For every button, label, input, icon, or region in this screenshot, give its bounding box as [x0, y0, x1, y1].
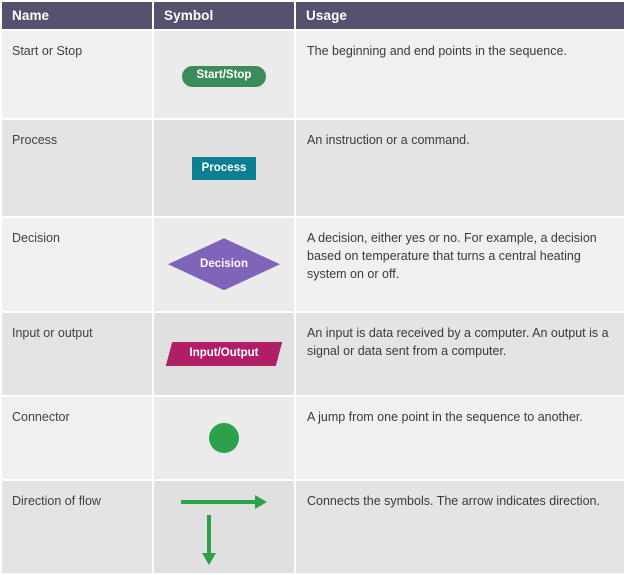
row-name: Input or output — [2, 312, 152, 395]
table-body: Start or Stop Start/Stop The beginning a… — [2, 31, 624, 573]
process-rectangle-shape: Process — [191, 157, 257, 181]
row-symbol — [154, 481, 294, 573]
table-row: Input or output Input/Output An input is… — [2, 312, 624, 395]
direction-of-flow-arrows-shape — [181, 495, 267, 566]
row-usage: A decision, either yes or no. For exampl… — [296, 218, 624, 311]
table-header: Name Symbol Usage — [2, 2, 624, 29]
input-output-parallelogram-shape: Input/Output — [165, 341, 283, 366]
table-row: Process Process An instruction or a comm… — [2, 120, 624, 217]
shape-label: Start/Stop — [196, 69, 252, 82]
horizontal-arrow-head-icon — [255, 495, 267, 510]
column-header-name: Name — [2, 2, 152, 29]
shape-label: Process — [201, 162, 247, 174]
header-row: Name Symbol Usage — [2, 2, 624, 29]
row-usage: An instruction or a command. — [296, 120, 624, 217]
shape-label: Input/Output — [189, 347, 259, 359]
table-row: Direction of flow Connects the symbols. … — [2, 481, 624, 573]
row-name: Direction of flow — [2, 481, 152, 573]
row-name: Start or Stop — [2, 31, 152, 119]
table-row: Decision Decision A decision, either yes… — [2, 218, 624, 311]
shape-label: Decision — [200, 257, 248, 270]
row-name: Decision — [2, 218, 152, 311]
row-usage: The beginning and end points in the sequ… — [296, 31, 624, 119]
decision-diamond-shape: Decision — [168, 238, 280, 291]
row-name: Connector — [2, 396, 152, 480]
start-stop-pill-shape: Start/Stop — [181, 65, 267, 87]
row-usage: An input is data received by a computer.… — [296, 312, 624, 395]
column-header-symbol: Symbol — [154, 2, 294, 29]
connector-circle-shape — [209, 423, 239, 454]
flowchart-symbols-table: Name Symbol Usage Start or Stop Start/St… — [0, 0, 624, 575]
table-row: Connector A jump from one point in the s… — [2, 396, 624, 480]
row-symbol: Start/Stop — [154, 31, 294, 119]
row-symbol: Process — [154, 120, 294, 217]
row-usage: Connects the symbols. The arrow indicate… — [296, 481, 624, 573]
row-name: Process — [2, 120, 152, 217]
vertical-arrow-head-icon — [202, 553, 216, 566]
row-usage: A jump from one point in the sequence to… — [296, 396, 624, 480]
column-header-usage: Usage — [296, 2, 624, 29]
row-symbol: Input/Output — [154, 312, 294, 395]
row-symbol — [154, 396, 294, 480]
row-symbol: Decision — [154, 218, 294, 311]
table-row: Start or Stop Start/Stop The beginning a… — [2, 31, 624, 119]
